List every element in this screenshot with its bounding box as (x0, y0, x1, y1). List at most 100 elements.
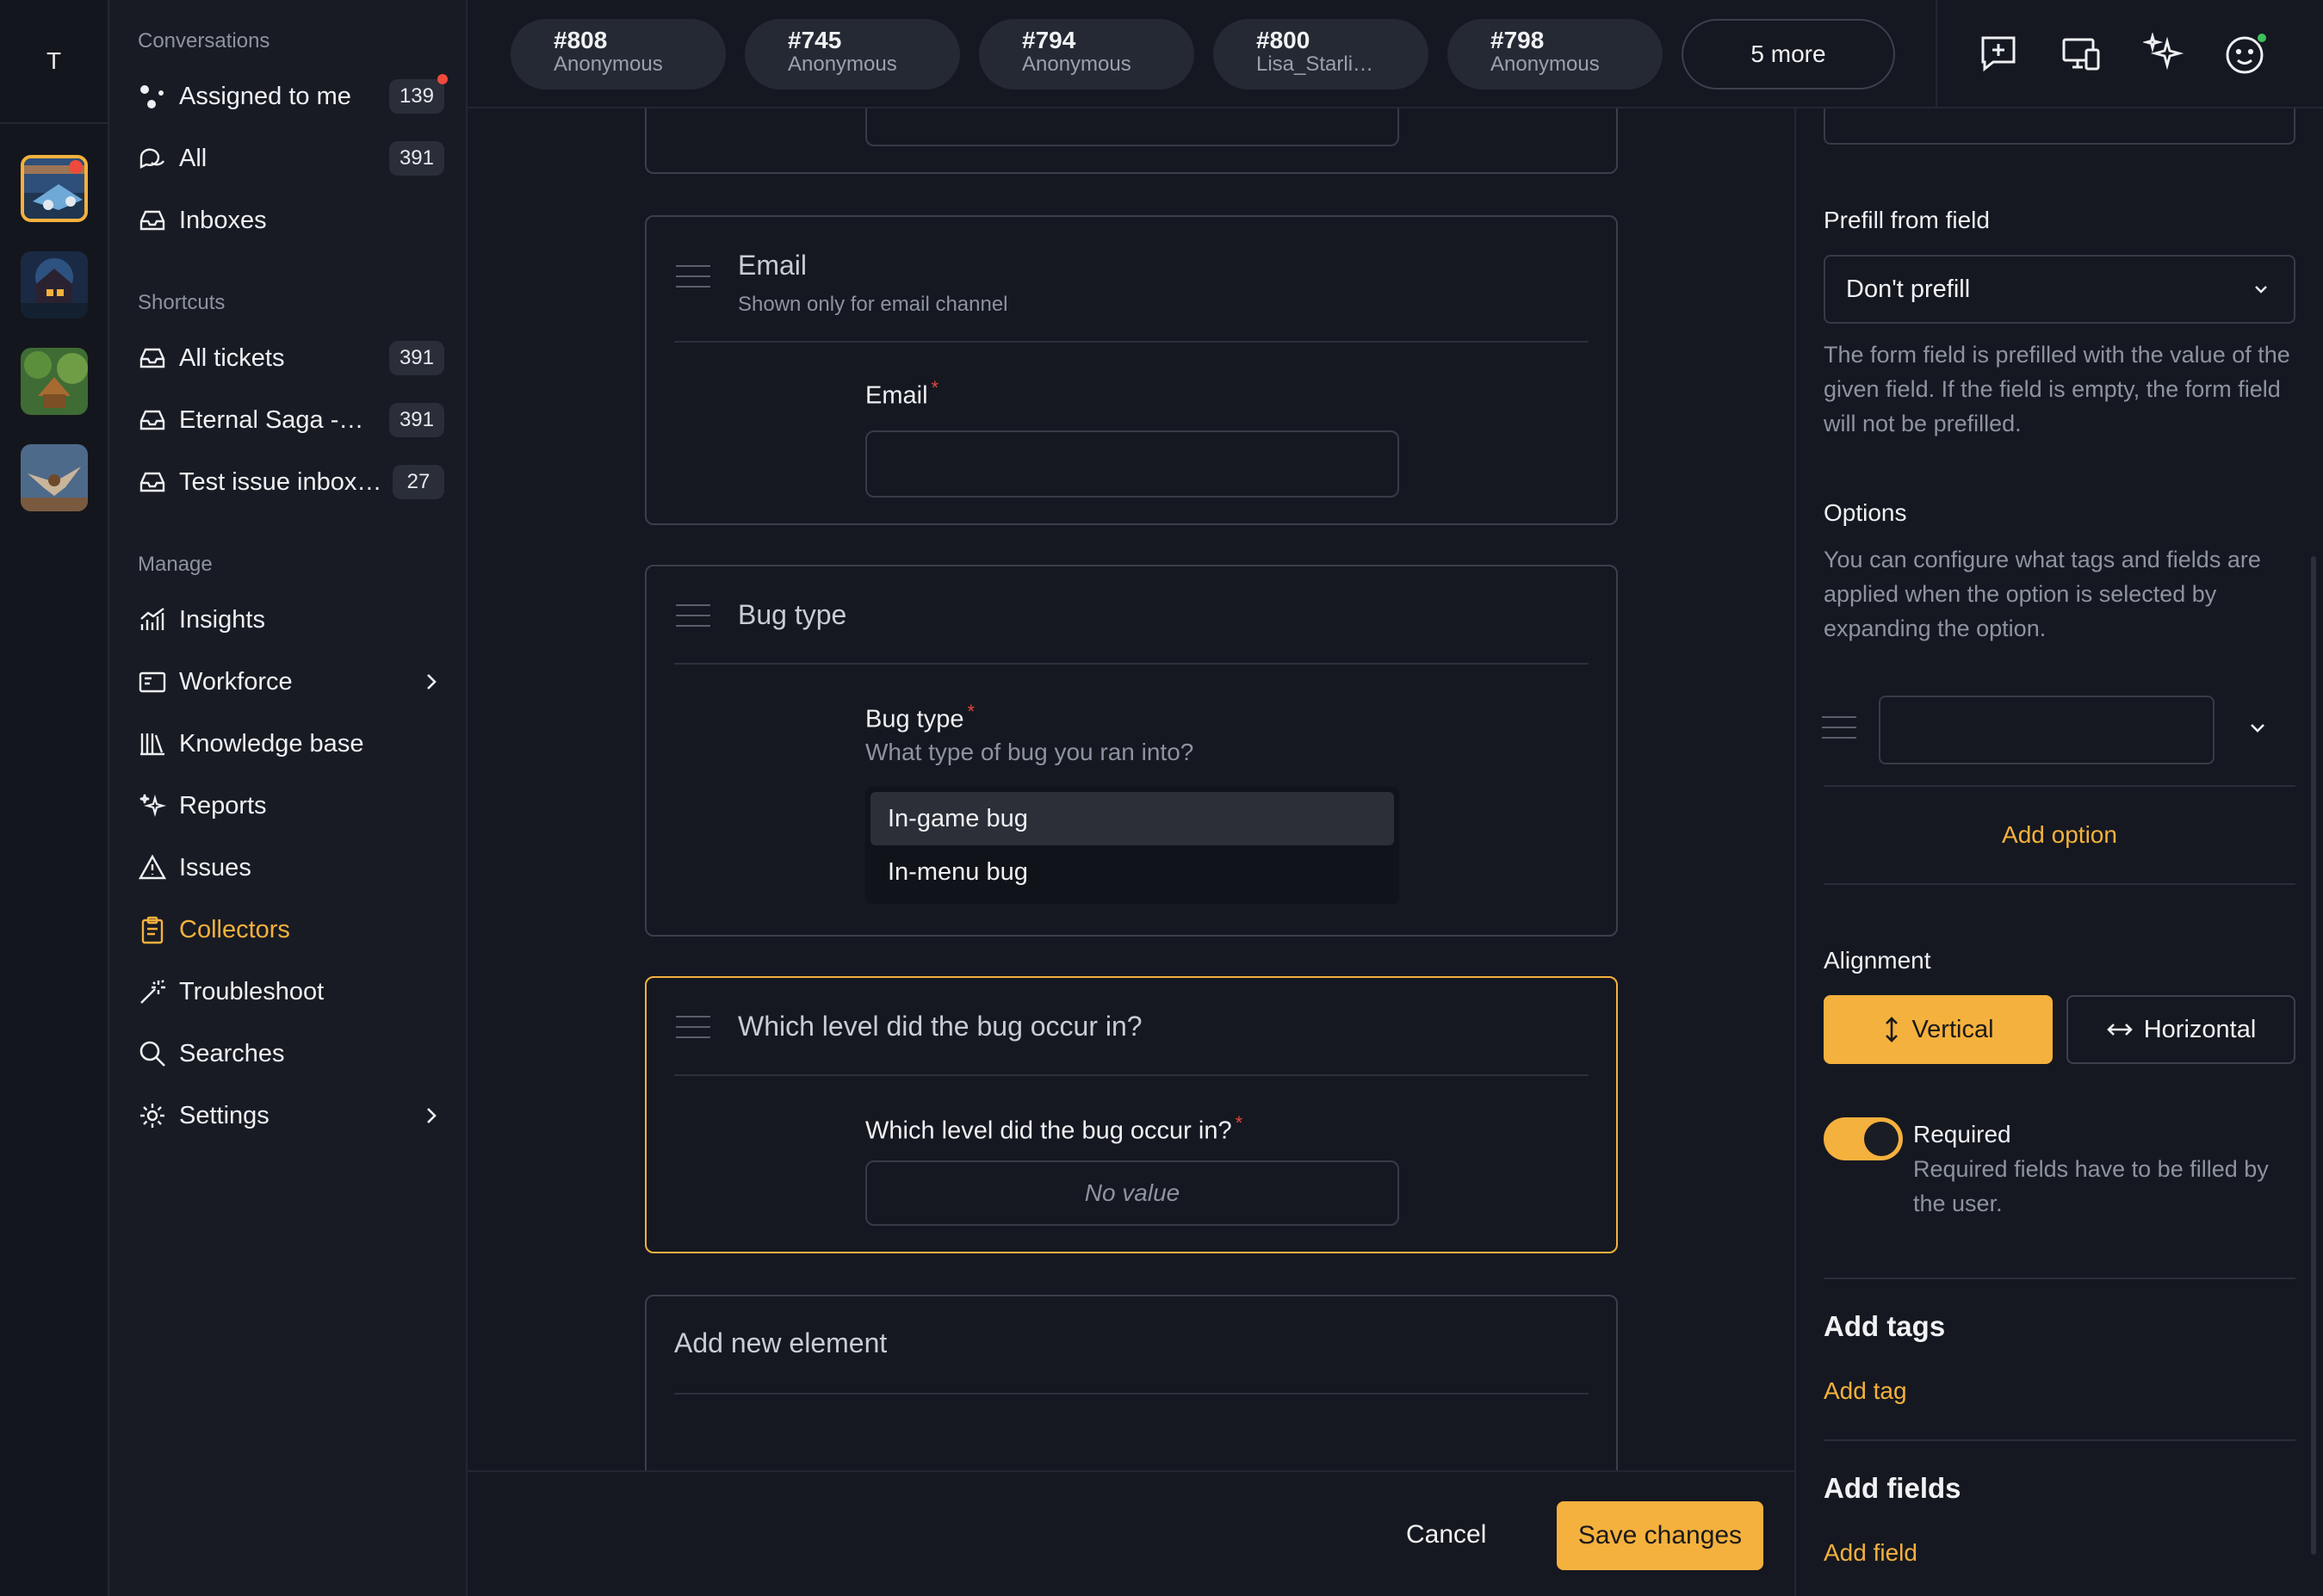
add-tags-heading: Add tags (1824, 1310, 1946, 1342)
drag-handle-icon[interactable] (1822, 716, 1856, 739)
ticket-tab[interactable]: #808 Anonymous (511, 19, 726, 90)
sidebar-item-reports[interactable]: Reports (138, 782, 444, 830)
inbox-icon (138, 206, 167, 235)
sidebar: Conversations Assigned to me 139 All 391… (109, 0, 468, 1596)
align-vertical-button[interactable]: Vertical (1824, 995, 2053, 1064)
panel-scrollbar[interactable] (2311, 556, 2316, 1555)
workspace-avatar[interactable]: T (0, 0, 108, 124)
sidebar-item-label: Reports (179, 791, 267, 820)
workspace-rail: T (0, 0, 109, 1596)
option-item[interactable]: In-game bug (870, 792, 1394, 845)
sidebar-item-label: Knowledge base (179, 729, 364, 758)
chevron-down-icon[interactable] (2244, 714, 2271, 746)
sidebar-item-insights[interactable]: Insights (138, 596, 444, 644)
form-card-previous[interactable] (645, 108, 1618, 174)
sidebar-item-collectors[interactable]: Collectors (138, 906, 444, 954)
ticket-tab[interactable]: #798 Anonymous (1447, 19, 1663, 90)
align-horizontal-button[interactable]: Horizontal (2066, 995, 2295, 1064)
drag-handle-icon[interactable] (676, 604, 710, 635)
workspace-game-3[interactable] (21, 348, 88, 415)
divider (1824, 785, 2295, 787)
save-changes-button[interactable]: Save changes (1557, 1501, 1763, 1570)
sidebar-item-all[interactable]: All 391 (138, 134, 444, 182)
section-label-shortcuts: Shortcuts (138, 291, 226, 314)
user-status-avatar[interactable] (2222, 29, 2270, 77)
card-subtitle: Shown only for email channel (738, 293, 1008, 316)
sidebar-item-troubleshoot[interactable]: Troubleshoot (138, 968, 444, 1016)
count-badge: 391 (388, 403, 444, 437)
divider (674, 1393, 1589, 1395)
assigned-dots-icon (138, 82, 167, 111)
notification-dot (69, 160, 83, 174)
sparkles-icon[interactable] (2140, 29, 2188, 77)
ticket-requester: Lisa_Starli… (1256, 53, 1374, 77)
add-element-card[interactable]: Add new element (645, 1295, 1618, 1471)
drag-handle-icon[interactable] (676, 265, 710, 296)
required-toggle[interactable] (1824, 1117, 1903, 1160)
devices-icon[interactable] (2057, 29, 2105, 77)
ticket-requester: Anonymous (788, 53, 897, 77)
sidebar-item-knowledge-base[interactable]: Knowledge base (138, 720, 444, 768)
ticket-number: #808 (554, 27, 608, 53)
form-card-level[interactable]: Which level did the bug occur in? Which … (645, 976, 1618, 1253)
game-thumbnail-bird (21, 444, 88, 511)
text-input[interactable] (865, 108, 1399, 146)
sidebar-item-all-tickets[interactable]: All tickets 391 (138, 334, 444, 382)
sidebar-item-test-issue-inbox[interactable]: Test issue inbox… 27 (138, 458, 444, 506)
field-properties-panel: Prefill from field Don't prefill The for… (1794, 108, 2323, 1596)
workspace-game-1[interactable] (21, 155, 88, 222)
divider (674, 1074, 1589, 1076)
prefill-select[interactable]: Don't prefill (1824, 255, 2295, 324)
sidebar-item-workforce[interactable]: Workforce (138, 658, 444, 706)
cancel-button[interactable]: Cancel (1406, 1515, 1486, 1555)
sidebar-item-label: Collectors (179, 915, 290, 943)
ticket-tab[interactable]: #794 Anonymous (979, 19, 1194, 90)
card-title: Bug type (738, 599, 847, 630)
sidebar-item-inboxes[interactable]: Inboxes (138, 196, 444, 244)
required-label: Required (1913, 1121, 2011, 1148)
sidebar-item-eternal-saga[interactable]: Eternal Saga -… 391 (138, 396, 444, 444)
divider (1824, 1439, 2295, 1441)
action-bar: Cancel Save changes (468, 1470, 1794, 1596)
add-field-link[interactable]: Add field (1824, 1539, 1917, 1567)
option-value-input[interactable] (1879, 696, 2215, 764)
workspace-game-2[interactable] (21, 251, 88, 319)
chat-bubbles-icon (138, 144, 167, 173)
ticket-tab[interactable]: #800 Lisa_Starli… (1213, 19, 1428, 90)
ticket-number: #800 (1256, 27, 1310, 53)
ticket-number: #798 (1490, 27, 1545, 53)
options-help: You can configure what tags and fields a… (1824, 547, 2261, 641)
sidebar-item-label: All (179, 144, 208, 172)
divider (674, 341, 1589, 343)
new-message-icon[interactable] (1974, 29, 2023, 77)
workspace-game-4[interactable] (21, 444, 88, 511)
divider (1936, 0, 1937, 108)
chevron-right-icon (418, 1105, 444, 1126)
chevron-down-icon (2249, 277, 2273, 308)
drag-handle-icon[interactable] (676, 1016, 710, 1047)
count-badge: 139 (388, 74, 448, 114)
text-input[interactable] (1824, 108, 2295, 145)
ticket-tab[interactable]: #745 Anonymous (745, 19, 960, 90)
sidebar-item-searches[interactable]: Searches (138, 1030, 444, 1078)
chevron-right-icon (418, 671, 444, 692)
clipboard-icon (138, 915, 167, 944)
ticket-requester: Anonymous (554, 53, 663, 77)
required-asterisk: * (931, 377, 939, 399)
email-input[interactable] (865, 430, 1399, 498)
sidebar-item-issues[interactable]: Issues (138, 844, 444, 892)
more-tabs-button[interactable]: 5 more (1682, 19, 1895, 90)
required-asterisk: * (1235, 1112, 1243, 1134)
sidebar-item-label: Workforce (179, 667, 293, 696)
magic-wand-icon (138, 977, 167, 1006)
sidebar-item-label: Assigned to me (179, 82, 351, 110)
sidebar-item-assigned-to-me[interactable]: Assigned to me 139 (138, 72, 448, 121)
level-select[interactable]: No value (865, 1160, 1399, 1226)
add-option-link[interactable]: Add option (1824, 821, 2295, 849)
form-card-bug-type[interactable]: Bug type Bug type * What type of bug you … (645, 565, 1618, 937)
option-item[interactable]: In-menu bug (870, 845, 1394, 899)
form-card-email[interactable]: Email Shown only for email channel Email… (645, 215, 1618, 525)
add-tag-link[interactable]: Add tag (1824, 1377, 1907, 1405)
sidebar-item-label: Settings (179, 1101, 269, 1129)
sidebar-item-settings[interactable]: Settings (138, 1092, 444, 1140)
